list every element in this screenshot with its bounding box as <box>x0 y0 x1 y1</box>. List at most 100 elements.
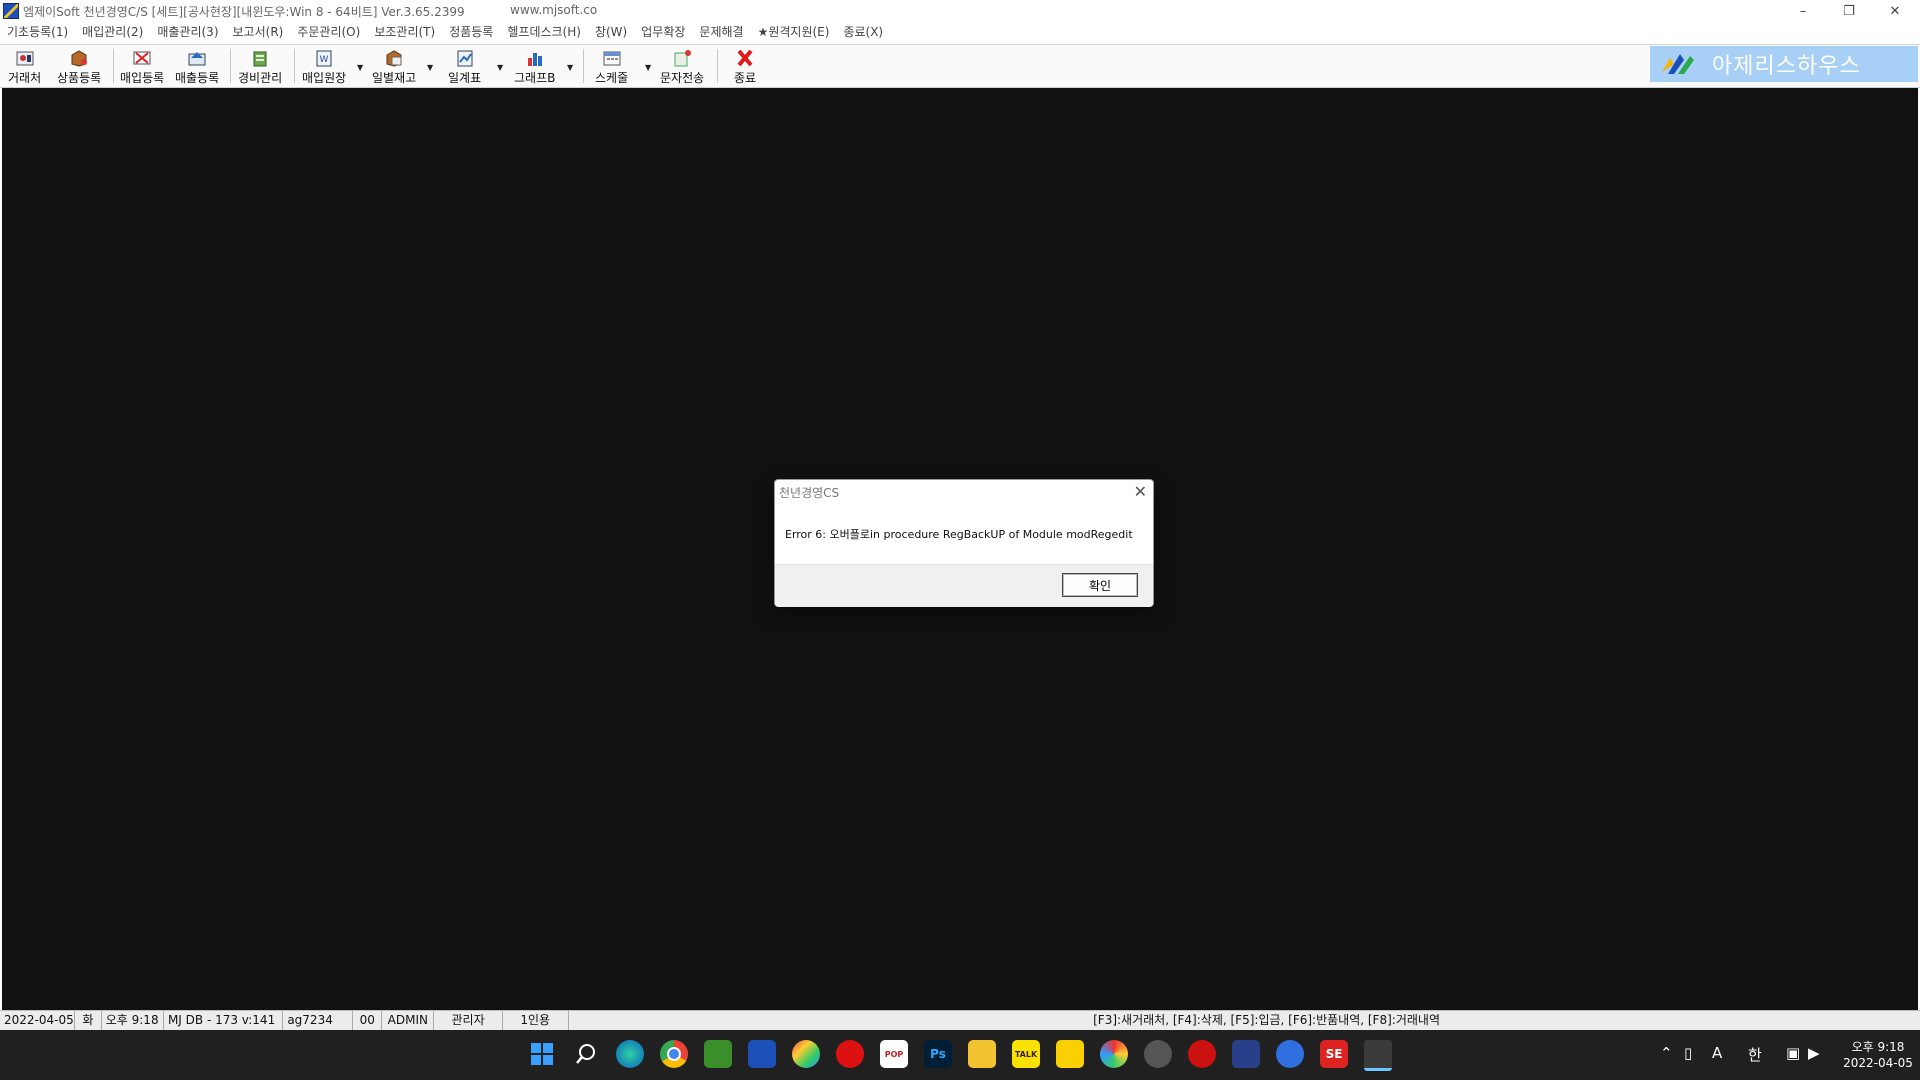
client-icon <box>15 49 35 67</box>
dialog-close-icon[interactable]: ✕ <box>1134 482 1147 501</box>
app-se-icon[interactable]: SE <box>1320 1040 1348 1068</box>
app-red-icon[interactable] <box>836 1040 864 1068</box>
box-icon <box>69 49 89 67</box>
table-icon <box>455 49 475 67</box>
stock-dropdown-icon[interactable]: ▼ <box>427 63 433 72</box>
status-shortcuts: [F3]:새거래처, [F4]:삭제, [F5]:입금, [F6]:반품내역, … <box>1093 1013 1440 1027</box>
exit-button[interactable]: 종료 <box>734 47 756 85</box>
media-player-icon[interactable] <box>1188 1040 1216 1068</box>
toolbar-separator <box>113 49 114 83</box>
daily-table-button[interactable]: 일계표 <box>448 47 481 85</box>
schedule-dropdown-icon[interactable]: ▼ <box>645 63 651 72</box>
status-users: 1인용 <box>503 1011 569 1031</box>
kakaotalk-icon[interactable]: TALK <box>1012 1040 1040 1068</box>
ime-mode[interactable]: A <box>1712 1044 1722 1062</box>
menu-extension[interactable]: 업무확장 <box>634 22 692 42</box>
menu-helpdesk[interactable]: 헬프데스크(H) <box>500 22 588 42</box>
app-shield-icon[interactable] <box>1276 1040 1304 1068</box>
ledger-icon: W <box>314 49 334 67</box>
menu-troubleshoot[interactable]: 문제해결 <box>692 22 750 42</box>
restore-button[interactable]: ❐ <box>1826 0 1872 22</box>
tray-usb-icon[interactable]: ▯ <box>1684 1044 1692 1062</box>
status-time: 오후 9:18 <box>102 1011 164 1031</box>
close-icon <box>735 49 755 67</box>
toolbar: 거래처 상품등록 매입등록 매출등록 경비관리 W 매입원장 ▼ 일별재고 ▼ … <box>0 44 1920 88</box>
calendar-icon <box>602 49 622 67</box>
edge-icon[interactable] <box>616 1040 644 1068</box>
status-weekday: 화 <box>75 1011 102 1031</box>
app-wheel-icon[interactable] <box>1100 1040 1128 1068</box>
status-role: 관리자 <box>434 1011 503 1031</box>
taskbar: POP Ps TALK SE ⌃ ▯ A 한 ▣ ▶ 오후 9:18 2022-… <box>0 1030 1920 1080</box>
toolbar-separator <box>583 49 584 83</box>
dialog-footer: 확인 <box>775 564 1153 607</box>
expense-button[interactable]: 경비관리 <box>238 47 282 85</box>
stock-icon <box>384 49 404 67</box>
search-button[interactable] <box>572 1040 600 1068</box>
folder-icon[interactable] <box>968 1040 996 1068</box>
status-code: ag7234 <box>283 1011 354 1031</box>
app-green-icon[interactable] <box>704 1040 732 1068</box>
app-color-icon[interactable] <box>792 1040 820 1068</box>
daily-stock-button[interactable]: 일별재고 <box>372 47 416 85</box>
expense-icon <box>250 49 270 67</box>
menu-aux[interactable]: 보조관리(T) <box>367 22 442 42</box>
minimize-button[interactable]: – <box>1780 0 1826 22</box>
menu-remote[interactable]: ★원격지원(E) <box>751 22 837 42</box>
product-button[interactable]: 상품등록 <box>57 47 101 85</box>
toolbar-separator <box>717 49 718 83</box>
purchase-icon <box>132 49 152 67</box>
sms-icon <box>672 49 692 67</box>
status-num: 00 <box>353 1011 383 1031</box>
photoshop-icon[interactable]: Ps <box>924 1040 952 1068</box>
menu-sales[interactable]: 매출관리(3) <box>150 22 225 42</box>
pophts-icon[interactable]: POP <box>880 1040 908 1068</box>
bar-chart-icon <box>525 49 545 67</box>
menu-basic[interactable]: 기초등록(1) <box>0 22 75 42</box>
start-button[interactable] <box>528 1040 556 1068</box>
ledger-button[interactable]: W 매입원장 <box>302 47 346 85</box>
toolbar-separator <box>294 49 295 83</box>
sticky-notes-icon[interactable] <box>1056 1040 1084 1068</box>
chrome-icon[interactable] <box>660 1040 688 1068</box>
client-button[interactable]: 거래처 <box>8 47 41 85</box>
menu-window[interactable]: 창(W) <box>588 22 634 42</box>
tray-chevron-icon[interactable]: ⌃ <box>1660 1044 1673 1062</box>
mjsoft-icon[interactable] <box>748 1040 776 1068</box>
purchase-button[interactable]: 매입등록 <box>120 47 164 85</box>
sales-button[interactable]: 매출등록 <box>175 47 219 85</box>
title-bar: 엠제이Soft 천년경영C/S [세트][공사현장][내윈도우:Win 8 - … <box>0 0 1920 22</box>
table-dropdown-icon[interactable]: ▼ <box>497 63 503 72</box>
menu-exit[interactable]: 종료(X) <box>836 22 890 42</box>
network-icon[interactable]: ▣ <box>1786 1044 1800 1062</box>
brand-logo-icon <box>1660 50 1696 78</box>
graph-button[interactable]: 그래프B <box>514 47 555 85</box>
app-window: 엠제이Soft 천년경영C/S [세트][공사현장][내윈도우:Win 8 - … <box>0 0 1920 1031</box>
ok-button[interactable]: 확인 <box>1062 573 1138 597</box>
search-icon <box>576 1044 595 1064</box>
window-url: www.mjsoft.co <box>510 3 598 17</box>
volume-icon[interactable]: ▶ <box>1808 1044 1820 1062</box>
menu-license[interactable]: 정품등록 <box>442 22 500 42</box>
clock-time: 오후 9:18 <box>1851 1040 1905 1054</box>
close-button[interactable]: ✕ <box>1872 0 1918 22</box>
app-blue-icon[interactable] <box>1232 1040 1260 1068</box>
sms-button[interactable]: 문자전송 <box>660 47 704 85</box>
taskbar-clock[interactable]: 오후 9:18 2022-04-05 <box>1836 1039 1920 1071</box>
brand-banner: 아제리스하우스 <box>1650 46 1918 82</box>
window-title: 엠제이Soft 천년경영C/S [세트][공사현장][내윈도우:Win 8 - … <box>23 5 465 19</box>
dialog-message: Error 6: 오버플로in procedure RegBackUP of M… <box>785 528 1133 541</box>
status-db: MJ DB - 173 v:141 <box>164 1011 284 1031</box>
windows-icon <box>531 1043 553 1065</box>
status-date: 2022-04-05 <box>0 1011 75 1031</box>
lang-indicator[interactable]: 한 <box>1748 1044 1762 1065</box>
menu-purchase[interactable]: 매입관리(2) <box>75 22 150 42</box>
menu-report[interactable]: 보고서(R) <box>226 22 291 42</box>
graph-dropdown-icon[interactable]: ▼ <box>567 63 573 72</box>
app-gray-icon[interactable] <box>1144 1040 1172 1068</box>
active-app-icon[interactable] <box>1364 1040 1392 1071</box>
schedule-button[interactable]: 스케줄 <box>595 47 628 85</box>
ledger-dropdown-icon[interactable]: ▼ <box>357 63 363 72</box>
menu-order[interactable]: 주문관리(O) <box>290 22 367 42</box>
app-icon <box>3 3 19 19</box>
